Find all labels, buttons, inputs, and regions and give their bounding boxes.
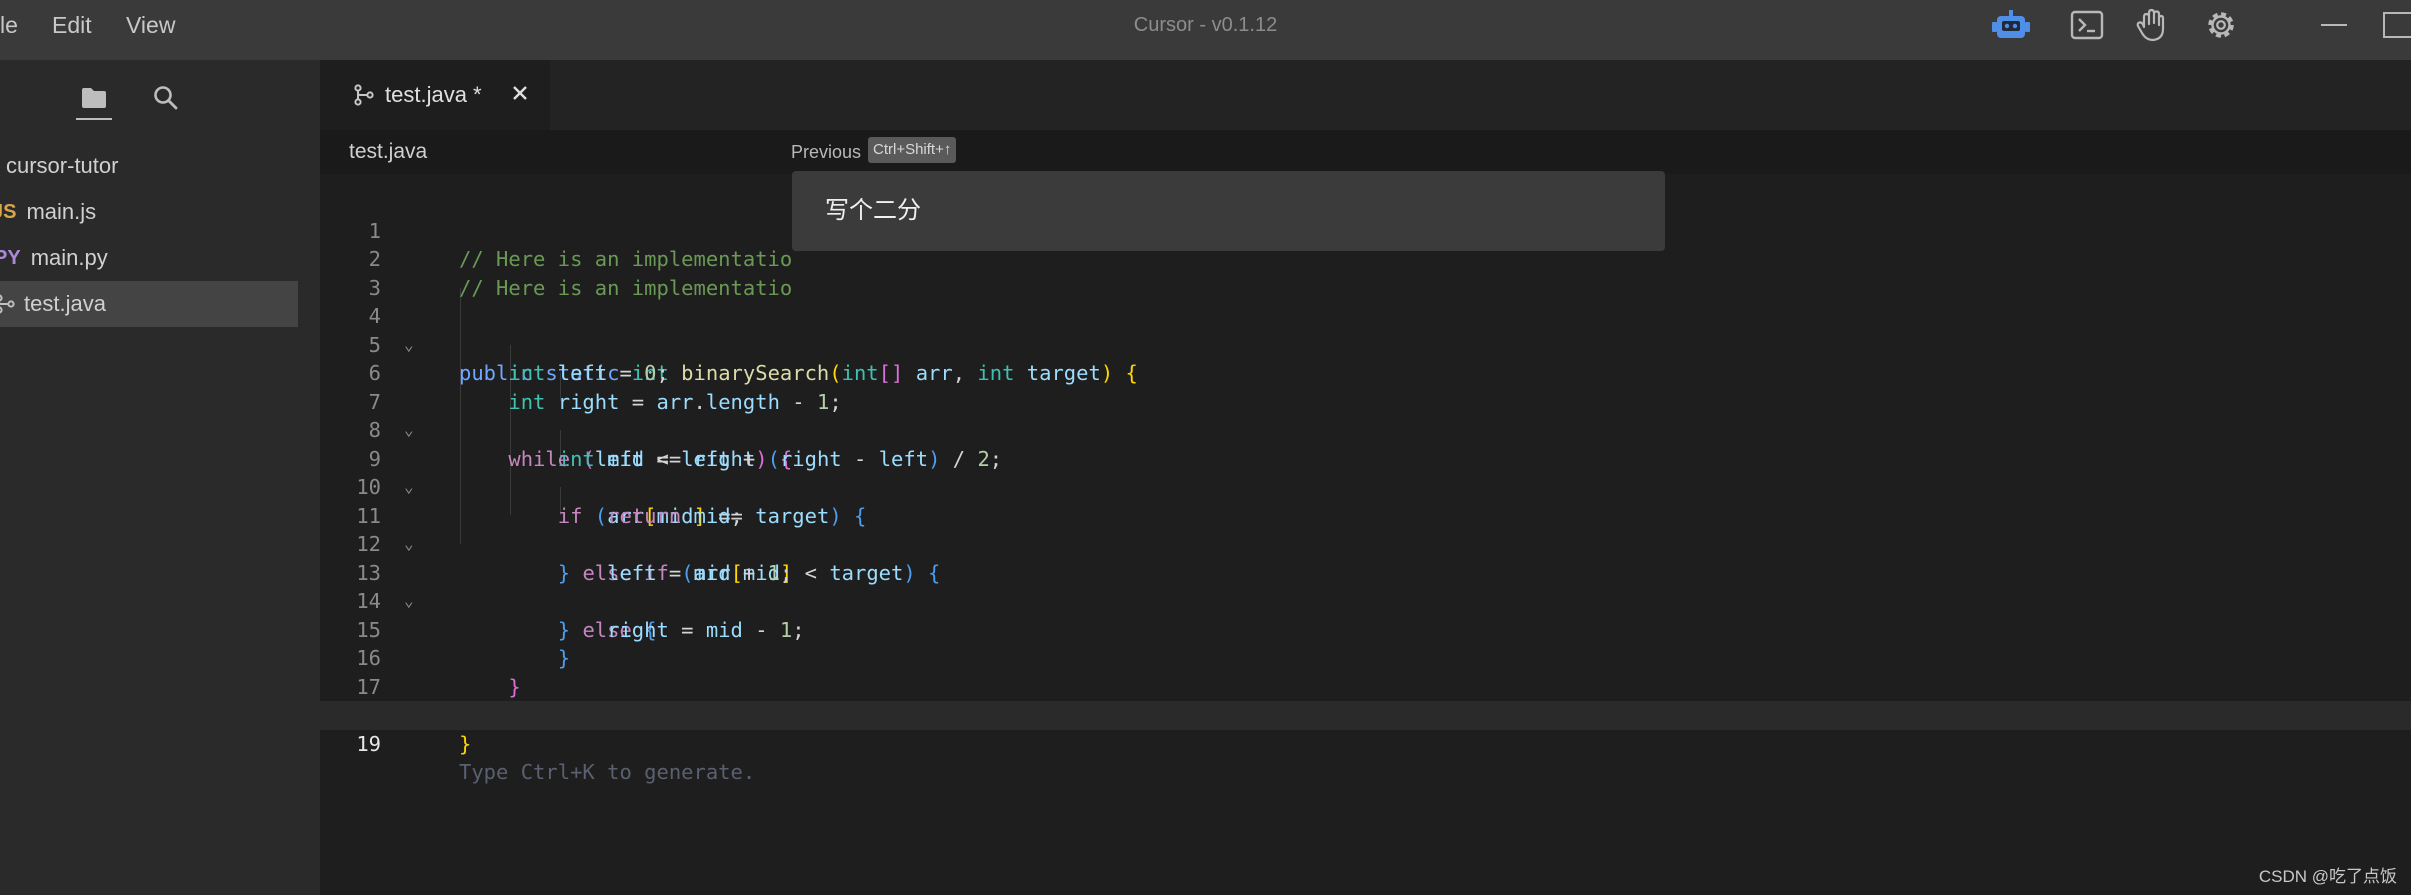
code-line: 12 left = mid + 1; xyxy=(320,502,2411,585)
minimize-icon[interactable] xyxy=(2313,7,2355,43)
code-line: 9 ⌄ if (arr[mid] == target) { xyxy=(320,416,2411,528)
code-line: 7 ⌄ while (left <= right) { xyxy=(320,359,2411,471)
editor-pane: test.java * test.java Previous Ctrl+Shif… xyxy=(320,60,2411,895)
menu-view[interactable]: View xyxy=(126,12,175,39)
window-title: Cursor - v0.1.12 xyxy=(1133,14,1278,36)
code-editor[interactable]: 1 // Here is an implementatio 2 // Here … xyxy=(320,174,2411,895)
prompt-text: 写个二分 xyxy=(825,197,921,224)
tab-test-java[interactable]: test.java * xyxy=(320,60,550,130)
code-line: 15 } xyxy=(320,587,2411,671)
folder-root[interactable]: cursor-tutor xyxy=(0,143,298,189)
current-code-line[interactable]: 19 Type Ctrl+K to generate. xyxy=(320,701,2411,784)
file-name: main.py xyxy=(30,245,108,270)
hand-icon[interactable] xyxy=(2131,7,2173,43)
git-branch-icon xyxy=(353,83,375,107)
file-name: test.java xyxy=(24,291,106,316)
file-item-test-java[interactable]: test.java xyxy=(0,281,298,327)
code-line: 4 ⌄ public static int binarySearch(int[]… xyxy=(320,274,2411,385)
js-file-icon: JS xyxy=(0,200,17,223)
code-line: 11 ⌄ } else if (arr[mid] < target) { xyxy=(320,473,2411,585)
py-file-icon: PY xyxy=(0,246,21,269)
code-line: 8 int mid = left + (right - left) / 2; xyxy=(320,388,2411,471)
gear-icon[interactable] xyxy=(2200,7,2242,43)
watermark: CSDN @吃了点饭 xyxy=(2258,867,2397,886)
previous-shortcut-badge: Ctrl+Shift+↑ xyxy=(868,137,957,163)
active-tab-indicator xyxy=(76,118,112,120)
menu-edit[interactable]: Edit xyxy=(52,12,92,39)
breadcrumb-bar: test.java Previous xyxy=(320,130,2411,174)
code-line: 18 } xyxy=(320,673,2411,756)
code-line: 6 int right = arr.length - 1; xyxy=(320,331,2411,414)
file-explorer-sidebar: cursor-tutor JS main.js PY main.py test.… xyxy=(0,60,320,895)
code-line: 17 return -1; xyxy=(320,644,2411,728)
code-line: 14 right = mid - 1; xyxy=(320,559,2411,642)
editor-tab-bar: test.java * xyxy=(320,60,2411,130)
ai-prompt-input[interactable]: 写个二分 xyxy=(792,171,1665,251)
line-number: 19 xyxy=(356,731,381,756)
folder-icon[interactable] xyxy=(74,78,114,118)
menu-file[interactable]: le xyxy=(0,12,18,39)
close-icon[interactable] xyxy=(510,83,530,109)
code-line: 13 ⌄ } else { xyxy=(320,530,2411,642)
code-line: 16 } xyxy=(320,616,2411,699)
git-branch-icon xyxy=(0,293,16,315)
terminal-icon[interactable] xyxy=(2066,7,2108,43)
search-icon[interactable] xyxy=(146,78,186,118)
robot-icon[interactable] xyxy=(1990,7,2032,43)
code-line: 10 return mid; xyxy=(320,445,2411,528)
generate-placeholder: Type Ctrl+K to generate. xyxy=(459,760,756,784)
code-line: 5 int left = 0; xyxy=(320,302,2411,386)
file-name: main.js xyxy=(26,199,97,224)
file-item-main-js[interactable]: JS main.js xyxy=(0,189,298,235)
file-item-main-py[interactable]: PY main.py xyxy=(0,235,298,281)
previous-prompt-label[interactable]: Previous xyxy=(791,130,861,174)
folder-root-label: cursor-tutor xyxy=(6,153,119,178)
breadcrumb[interactable]: test.java xyxy=(349,130,427,174)
tab-label: test.java * xyxy=(385,82,482,107)
maximize-icon[interactable] xyxy=(2380,7,2411,43)
title-bar: le Edit View Cursor - v0.1.12 xyxy=(0,0,2411,60)
